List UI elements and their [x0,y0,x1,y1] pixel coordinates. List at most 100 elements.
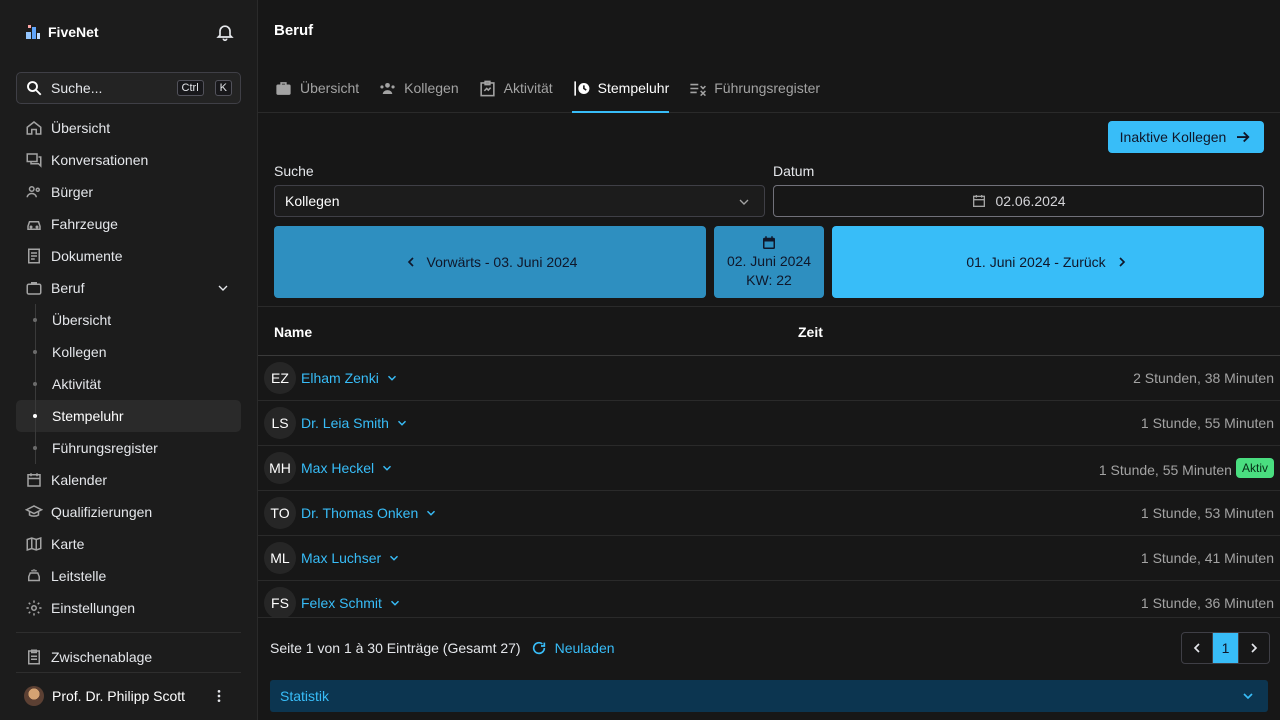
sidebar-item-label: Fahrzeuge [51,216,118,232]
tab-colleagues[interactable]: Kollegen [378,64,459,112]
time-cell: 1 Stunde, 53 Minuten [1141,505,1274,521]
colleague-name-link[interactable]: Felex Schmit [301,595,402,611]
sidebar-item-label: Qualifizierungen [51,504,153,520]
search-placeholder: Suche... [51,80,103,96]
sidebar-item-qualifications[interactable]: Qualifizierungen [16,496,241,528]
chevron-down-icon [387,375,396,381]
statistics-accordion[interactable]: Statistik [270,680,1268,712]
table-row: FS Felex Schmit 1 Stunde, 36 Minuten [258,581,1280,617]
date-picker[interactable]: 02.06.2024 [773,185,1264,217]
sidebar-subitem-activity[interactable]: Aktivität [16,368,241,400]
sidebar-item-clipboard[interactable]: Zwischenablage [16,641,241,673]
arrow-right-icon [1237,131,1250,143]
gear-icon [26,600,42,616]
brand-name: FiveNet [48,24,99,40]
tree-dot [33,414,37,418]
kbd-k: K [214,80,232,96]
sidebar-subitem-timeclock[interactable]: Stempeluhr [16,400,241,432]
sidebar-item-calendar[interactable]: Kalender [16,464,241,496]
sidebar-item-settings[interactable]: Einstellungen [16,592,241,624]
current-date-button[interactable]: 02. Juni 2024 KW: 22 [714,226,824,298]
time-value: 1 Stunde, 41 Minuten [1140,550,1274,566]
search-select[interactable]: Kollegen [274,185,765,217]
search-input[interactable]: Suche... Ctrl K [16,72,241,104]
chevron-down-icon [383,465,392,471]
colleague-name-link[interactable]: Max Luchser [301,550,401,566]
prev-page-button[interactable] [1182,633,1212,663]
inactive-colleagues-button[interactable]: Inaktive Kollegen [1108,121,1264,153]
tab-overview[interactable]: Übersicht [274,64,359,112]
page-info-text: Seite 1 von 1 à 30 Einträge (Gesamt 27) [270,640,521,656]
chevron-down-icon [397,420,406,426]
column-header-name[interactable]: Name [274,324,312,340]
tab-label: Kollegen [404,80,459,96]
tab-timeclock[interactable]: Stempeluhr [571,64,669,113]
kbd-ctrl: Ctrl [176,80,204,96]
status-badge: Aktiv [1235,458,1274,478]
user-menu[interactable]: Prof. Dr. Philipp Scott [24,684,241,708]
sidebar-item-conversations[interactable]: Konversationen [16,144,241,176]
sidebar-item-map[interactable]: Karte [16,528,241,560]
pagination: 1 [1181,632,1270,664]
sidebar-subitem-colleagues[interactable]: Kollegen [16,336,241,368]
chevron-left-icon [407,257,414,267]
table-row: LS Dr. Leia Smith 1 Stunde, 55 Minuten [258,401,1280,446]
avatar: EZ [264,362,296,394]
table-body: EZ Elham Zenki 2 Stunden, 38 Minuten LS … [258,356,1280,617]
briefcase-icon [26,282,42,295]
colleague-name: Dr. Thomas Onken [301,505,419,521]
colleague-name: Elham Zenki [301,370,379,386]
sidebar-item-label: Konversationen [51,152,149,168]
fivenet-logo-icon [26,25,40,39]
avatar: MH [264,452,296,484]
tab-activity[interactable]: Aktivität [478,64,553,112]
tab-conduct-register[interactable]: Führungsregister [688,64,820,112]
bell-icon[interactable] [215,22,235,42]
tab-label: Führungsregister [714,80,821,96]
search-label: Suche [274,163,314,179]
documents-icon [28,248,40,264]
next-page-button[interactable] [1239,633,1269,663]
sidebar-subitem-label: Übersicht [52,312,112,328]
map-icon [26,536,42,552]
back-button[interactable]: 01. Juni 2024 - Zurück [832,226,1264,298]
sidebar-item-citizens[interactable]: Bürger [16,176,241,208]
sidebar-divider [16,632,241,633]
time-cell: 2 Stunden, 38 Minuten [1133,370,1274,386]
chevron-down-icon [390,555,399,561]
sidebar-item-vehicles[interactable]: Fahrzeuge [16,208,241,240]
tree-dot [33,446,37,450]
sidebar-subitem-overview[interactable]: Übersicht [16,304,241,336]
chevron-left-icon [1193,643,1200,653]
sidebar-item-overview[interactable]: Übersicht [16,112,241,144]
avatar [24,686,44,706]
pagination-info: Seite 1 von 1 à 30 Einträge (Gesamt 27) … [270,640,615,656]
avatar: FS [264,587,296,617]
more-vertical-icon[interactable] [211,688,227,704]
sidebar-subitem-conduct-register[interactable]: Führungsregister [16,432,241,464]
colleague-name: Max Heckel [301,460,375,476]
chevron-down-icon [427,510,436,516]
time-value: 1 Stunde, 36 Minuten [1140,595,1274,611]
colleague-name-link[interactable]: Dr. Leia Smith [301,415,409,431]
reload-button[interactable]: Neuladen [531,640,615,656]
sidebar-item-dispatch[interactable]: Leitstelle [16,560,241,592]
colleague-name-link[interactable]: Elham Zenki [301,370,399,386]
chevron-down-icon [739,199,749,205]
colleague-name-link[interactable]: Dr. Thomas Onken [301,505,438,521]
sidebar-item-job[interactable]: Beruf [16,272,241,304]
chevron-down-icon[interactable] [215,280,231,296]
sidebar-clipboard-wrapper: Zwischenablage [16,641,241,673]
home-icon [26,121,42,135]
button-label: Inaktive Kollegen [1119,129,1227,145]
sidebar-item-label: Einstellungen [51,600,136,616]
sidebar-item-documents[interactable]: Dokumente [16,240,241,272]
sidebar-item-label: Leitstelle [51,568,107,584]
forward-button[interactable]: Vorwärts - 03. Juni 2024 [274,226,706,298]
page-button-current[interactable]: 1 [1212,633,1239,663]
button-label: 01. Juni 2024 - Zurück [966,254,1106,270]
colleague-name: Felex Schmit [301,595,382,611]
brand-logo[interactable]: FiveNet [24,20,99,44]
column-header-time[interactable]: Zeit [798,324,823,340]
colleague-name-link[interactable]: Max Heckel [301,460,394,476]
